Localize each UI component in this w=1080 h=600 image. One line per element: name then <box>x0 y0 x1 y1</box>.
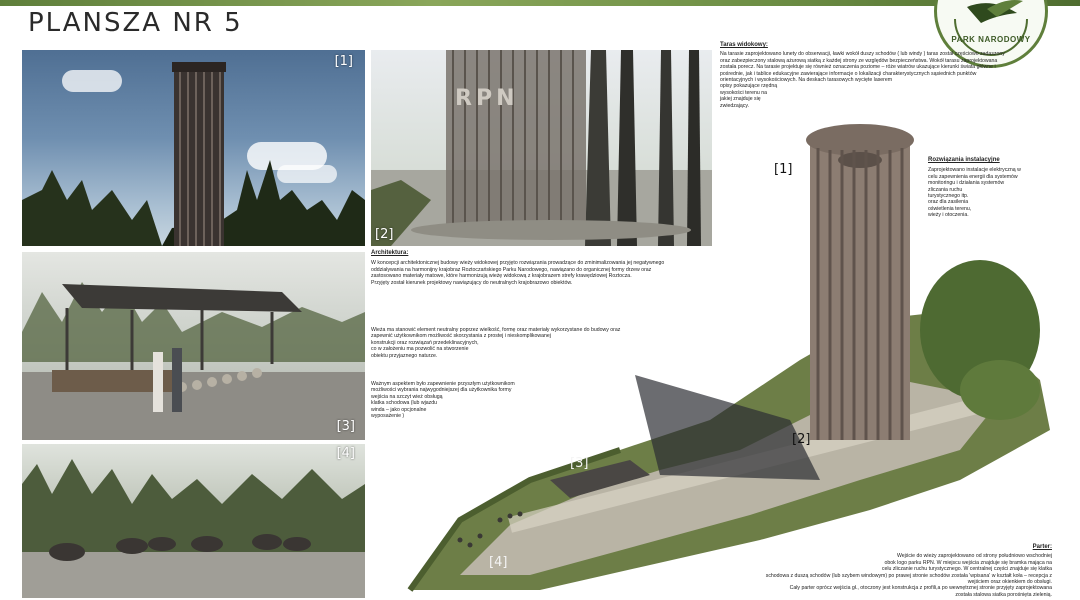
panel-3-label: [3] <box>336 419 355 434</box>
arch-p1-line: W koncepcji architektonicznej budowy wie… <box>371 260 665 267</box>
arch-block: Architektura: W koncepcji architektonicz… <box>371 250 701 286</box>
instal-block: Rozwiązania instalacyjne Zaprojektowano … <box>928 157 1068 219</box>
taras-line: zwiedzający. <box>720 102 750 109</box>
render-label-2: [2] <box>792 432 811 447</box>
render-label-3: [3] <box>570 456 589 471</box>
photo-pergola: [3] <box>22 252 365 440</box>
instal-line: wieży i otoczenia. <box>928 212 969 219</box>
arch-p3-block: Ważnym aspektem było zapewnienie przyszł… <box>371 381 621 419</box>
panel-2-label: [2] <box>375 227 394 242</box>
arch-p2-block: Wieża ma stanowić element neutralny popr… <box>371 327 701 359</box>
parter-line: została stalowa siatka porośnięta zielen… <box>955 591 1052 598</box>
photo-tower-sky: [1] <box>22 50 365 246</box>
panel-1-label: [1] <box>334 54 353 69</box>
arch-p1-line: Przyjęty został kierunek projektowy nawi… <box>371 279 573 286</box>
arch-p3-line: wyposażenie ) <box>371 413 405 420</box>
board-title: PLANSZA NR 5 <box>28 8 243 38</box>
parter-block: Parter: Wejście do wieży zaprojektowano … <box>700 544 1052 598</box>
panel-4-label: [4] <box>336 446 355 461</box>
photo-animal-sculptures: [4] <box>22 444 365 598</box>
rpn-sign: RPN <box>455 86 519 111</box>
arch-p2-line: obiektu przyjaznego naturze. <box>371 352 438 359</box>
top-grass-strip <box>0 0 1080 6</box>
render-label-4: [4] <box>489 555 508 570</box>
render-label-1: [1] <box>774 162 793 177</box>
taras-block: Taras widokowy: Na tarasie zaprojektowan… <box>720 42 1060 109</box>
